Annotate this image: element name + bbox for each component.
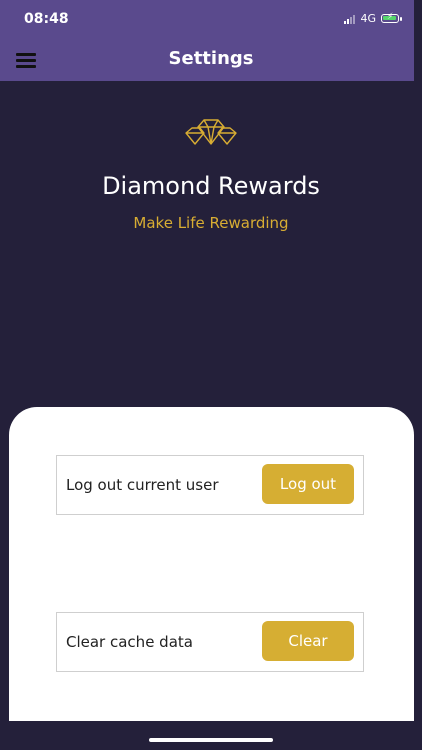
top-app-bar: 08:48 4G ⚡ Settings (0, 0, 414, 81)
battery-charging-icon: ⚡ (381, 13, 399, 23)
battery-tip (400, 16, 402, 21)
settings-panel: Log out current user Log out Clear cache… (9, 407, 414, 727)
clear-cache-label: Clear cache data (66, 633, 193, 651)
logout-label: Log out current user (66, 476, 219, 494)
page-title: Settings (168, 48, 254, 69)
signal-icon (344, 14, 356, 24)
logout-button[interactable]: Log out (262, 464, 354, 504)
logout-row: Log out current user Log out (56, 455, 364, 515)
status-icons: 4G ⚡ (344, 12, 402, 25)
home-indicator[interactable] (149, 738, 273, 742)
status-time: 08:48 (24, 11, 69, 27)
brand-title: Diamond Rewards (102, 172, 320, 200)
home-bar-area (0, 721, 422, 750)
clear-cache-button[interactable]: Clear (262, 621, 354, 661)
diamond-icon (185, 119, 237, 145)
network-type: 4G (360, 12, 376, 25)
brand-tagline: Make Life Rewarding (133, 214, 289, 232)
clear-cache-row: Clear cache data Clear (56, 612, 364, 672)
